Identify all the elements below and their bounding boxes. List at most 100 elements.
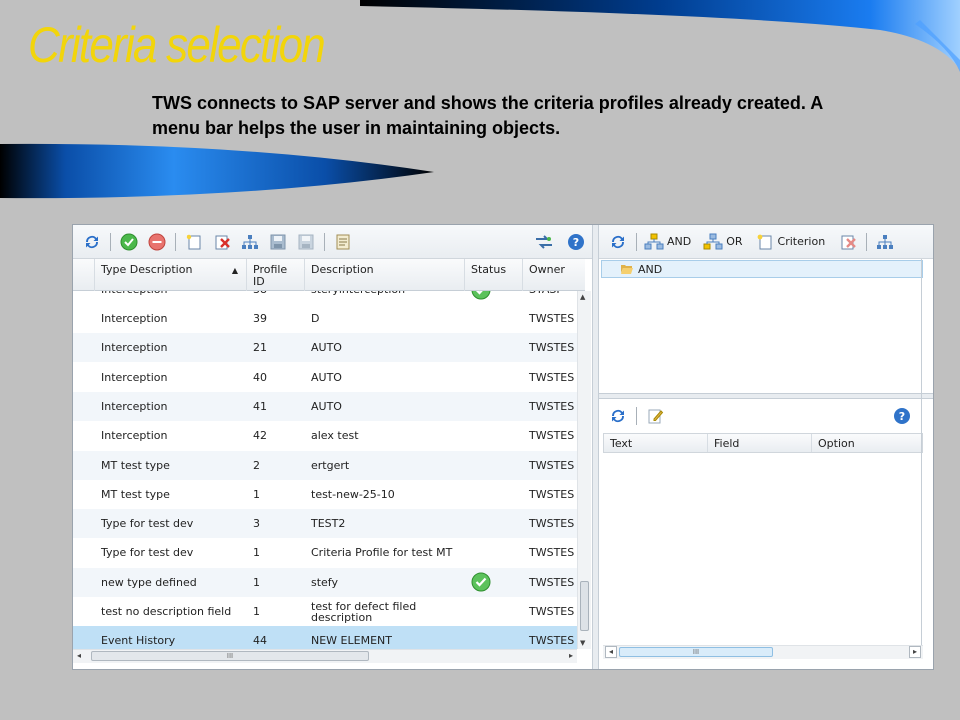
cell-owner: TWSTES — [529, 605, 575, 618]
hierarchy-icon[interactable] — [239, 231, 261, 253]
toolbar-separator — [866, 232, 868, 251]
new-icon[interactable] — [183, 231, 205, 253]
toolbar-separator — [324, 232, 325, 251]
table-row[interactable]: Interception 39 D TWSTES — [73, 304, 579, 333]
tree-node-and[interactable]: AND — [601, 260, 923, 278]
cell-description: ertgert — [311, 458, 350, 472]
column-status[interactable]: Status — [465, 259, 523, 291]
column-type-description[interactable]: Type Description ▲ — [95, 259, 247, 291]
save-icon[interactable] — [267, 231, 289, 253]
criteria-table-border — [921, 259, 922, 649]
table-row[interactable]: MT test type 1 test-new-25-10 TWSTES — [73, 480, 579, 509]
cell-profile-id: 2 — [253, 458, 260, 472]
toolbar-separator — [110, 232, 111, 251]
sort-ascending-icon: ▲ — [231, 266, 238, 275]
table-row[interactable]: MT test type 2 ertgert TWSTES — [73, 450, 579, 480]
help-icon[interactable]: ? — [565, 231, 587, 253]
scroll-right-arrow[interactable]: ▸ — [569, 651, 573, 660]
cell-status — [465, 480, 523, 509]
table-row[interactable]: Interception 21 AUTO TWSTES — [73, 333, 579, 363]
delete-icon[interactable] — [837, 231, 859, 253]
row-indicator-header — [73, 259, 95, 291]
column-option[interactable]: Option — [812, 434, 922, 452]
add-or-button[interactable]: OR — [703, 231, 743, 253]
help-icon[interactable]: ? — [891, 405, 913, 427]
refresh-icon[interactable] — [607, 231, 629, 253]
criteria-horizontal-scrollbar[interactable]: ◂ III ▸ — [603, 645, 923, 659]
scroll-up-arrow[interactable]: ▲ — [580, 293, 585, 301]
cell-status — [465, 421, 523, 450]
cell-status — [465, 333, 523, 362]
table-row[interactable]: Event History 44 NEW ELEMENT TWSTES — [73, 626, 579, 649]
cell-description: Criteria Profile for test MT — [311, 546, 453, 560]
cell-profile-id: 44 — [253, 634, 267, 648]
toolbar-separator — [175, 232, 176, 251]
top-blue-streak — [360, 0, 960, 72]
column-owner[interactable]: Owner — [523, 259, 585, 291]
scroll-thumb[interactable]: III — [619, 647, 773, 657]
transfer-icon[interactable] — [533, 231, 555, 253]
add-and-button[interactable]: AND — [644, 231, 691, 253]
scroll-right-arrow[interactable]: ▸ — [909, 646, 921, 658]
column-field[interactable]: Field — [708, 434, 812, 452]
scroll-down-arrow[interactable]: ▼ — [580, 639, 585, 647]
profiles-grid-body: Interception 38 steryinterception STASI … — [73, 291, 579, 649]
cell-status — [465, 392, 523, 421]
column-profile-id[interactable]: Profile ID — [247, 259, 305, 291]
cell-owner: TWSTES — [529, 458, 575, 472]
table-row[interactable]: Interception 42 alex test TWSTES — [73, 421, 579, 450]
cell-type-description: test no description field — [101, 605, 232, 618]
svg-text:?: ? — [573, 236, 579, 249]
profiles-toolbar: ? — [73, 225, 592, 259]
column-description[interactable]: Description — [305, 259, 465, 291]
scroll-left-arrow[interactable]: ◂ — [77, 651, 81, 660]
deactivate-icon[interactable] — [146, 231, 168, 253]
scroll-thumb[interactable] — [580, 581, 589, 631]
grid-vertical-scrollbar[interactable]: ▲ ▼ — [577, 291, 591, 649]
cell-type-description: Interception — [101, 399, 168, 413]
cell-description: AUTO — [311, 399, 342, 413]
cell-type-description: Interception — [101, 341, 168, 355]
cell-owner: TWSTES — [529, 341, 575, 355]
activate-icon[interactable] — [118, 231, 140, 253]
table-row[interactable]: test no description field 1 test for defec… — [73, 597, 579, 626]
delete-icon[interactable] — [211, 231, 233, 253]
properties-icon[interactable] — [332, 231, 354, 253]
column-text[interactable]: Text — [604, 434, 708, 452]
add-criterion-button[interactable]: Criterion — [755, 231, 825, 253]
criterion-detail-toolbar: ? — [599, 399, 933, 433]
cell-owner: TWSTES — [529, 546, 575, 560]
or-node-icon — [703, 233, 723, 249]
table-row[interactable]: Interception 38 steryinterception STASI — [73, 291, 579, 304]
cell-profile-id: 42 — [253, 429, 267, 443]
svg-text:?: ? — [899, 410, 905, 423]
cell-owner: TWSTES — [529, 575, 575, 589]
save-disabled-icon[interactable] — [295, 231, 317, 253]
cell-owner: TWSTES — [529, 487, 575, 501]
cell-type-description: Event History — [101, 634, 176, 648]
cell-profile-id: 39 — [253, 312, 267, 325]
refresh-icon[interactable] — [81, 231, 103, 253]
table-row[interactable]: Type for test dev 3 TEST2 TWSTES — [73, 509, 579, 539]
grid-horizontal-scrollbar[interactable]: ◂ III ▸ — [73, 649, 577, 663]
cell-description: alex test — [311, 429, 359, 443]
cell-description: TEST2 — [311, 517, 346, 531]
edit-icon[interactable] — [644, 405, 666, 427]
cell-description: stefy — [311, 575, 339, 589]
hierarchy-icon[interactable] — [874, 231, 896, 253]
slide-description: TWS connects to SAP server and shows the… — [152, 93, 823, 138]
cell-profile-id: 1 — [253, 546, 260, 560]
criteria-toolbar: AND OR Criterion — [599, 225, 933, 259]
refresh-icon[interactable] — [607, 405, 629, 427]
table-row[interactable]: new type defined 1 stefy TWSTES — [73, 567, 579, 597]
table-row[interactable]: Interception 41 AUTO TWSTES — [73, 391, 579, 421]
scroll-left-arrow[interactable]: ◂ — [605, 646, 617, 658]
scroll-thumb[interactable]: III — [91, 651, 369, 661]
table-row[interactable]: Interception 40 AUTO TWSTES — [73, 363, 579, 392]
cell-owner: TWSTES — [529, 634, 575, 648]
cell-profile-id: 21 — [253, 341, 267, 355]
profiles-pane: ? Type Description ▲ Profile ID Descript… — [73, 225, 593, 669]
criteria-table-header: Text Field Option — [603, 433, 923, 453]
table-row[interactable]: Type for test dev 1 Criteria Profile for t… — [73, 538, 579, 567]
cell-type-description: MT test type — [101, 487, 170, 501]
